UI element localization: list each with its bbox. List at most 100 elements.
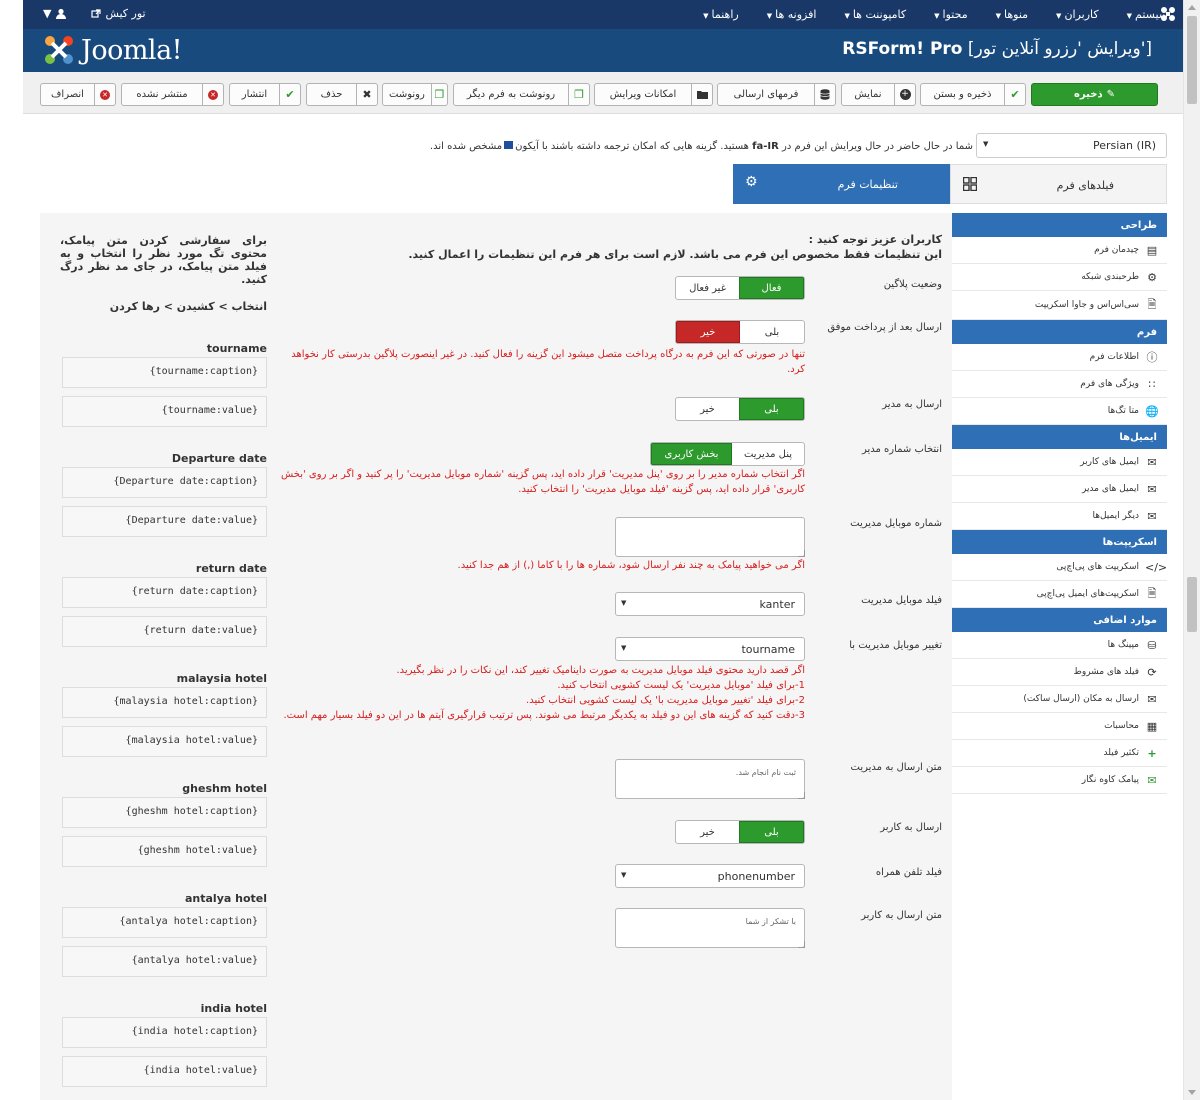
user-text-textarea[interactable]: با تشکر از شما — [615, 908, 805, 948]
placeholder-tag[interactable]: {return date:caption} — [62, 577, 267, 608]
placeholders-steps: انتخاب > کشیدن > رها کردن — [109, 300, 267, 313]
sidebar-item-mappings[interactable]: مپینگ ها ⛁ — [952, 632, 1167, 659]
resize-grip[interactable] — [798, 941, 805, 948]
sidebar-item-silent-post[interactable]: ارسال به مکان (ارسال ساکت) ✉ — [952, 686, 1167, 713]
sidebar-item-css-js[interactable]: سی‌اس‌اس و جاوا اسکریپت 🗎 — [952, 291, 1167, 320]
refresh-icon: ⟳ — [1147, 665, 1157, 679]
sidebar-item-user-emails[interactable]: ایمیل های کاربر ✉ — [952, 449, 1167, 476]
phone-field-select[interactable]: phonenumber ▼ — [615, 864, 805, 888]
plugin-status-on[interactable]: فعال — [739, 277, 804, 299]
language-select[interactable]: Persian (IR) ▼ — [976, 133, 1167, 158]
database-icon — [814, 84, 835, 105]
send-after-payment-toggle: خیر بلی — [675, 320, 805, 344]
page-header: Joomla! RSForm! Pro [ویرایش 'رزرو آنلاین… — [23, 29, 1184, 72]
menu-users[interactable]: کاربران▼ — [1042, 8, 1099, 21]
sidebar-item-grid-layout[interactable]: طرحبندی شبکه ⚙ — [952, 264, 1167, 291]
unpublish-button[interactable]: منتشر نشده ✕ — [121, 83, 224, 106]
copy-to-other-form-button[interactable]: رونوشت به فرم دیگر ❐ — [453, 83, 590, 106]
send-to-admin-yes[interactable]: بلی — [739, 398, 804, 420]
placeholder-tag[interactable]: {Departure date:caption} — [62, 467, 267, 498]
copy-button[interactable]: رونوشت ❐ — [382, 83, 448, 106]
resize-grip[interactable] — [798, 550, 805, 557]
placeholder-tag[interactable]: {malaysia hotel:caption} — [62, 687, 267, 718]
sidebar-item-calculations[interactable]: محاسبات ▦ — [952, 713, 1167, 740]
save-button[interactable]: ذخیره ✎ — [1031, 83, 1158, 106]
send-after-payment-label: ارسال بعد از پرداخت موفق — [827, 322, 942, 333]
cancel-button[interactable]: انصراف ✕ — [40, 83, 116, 106]
send-after-payment-yes[interactable]: بلی — [740, 321, 804, 343]
admin-mobile-field-select[interactable]: kanter ▼ — [615, 592, 805, 616]
placeholder-tag[interactable]: {antalya hotel:value} — [62, 946, 267, 977]
site-link[interactable]: تور کیش — [105, 7, 145, 20]
grid-icon — [963, 177, 977, 191]
send-to-admin-no[interactable]: خیر — [676, 398, 739, 420]
send-to-user-no[interactable]: خیر — [676, 821, 739, 843]
main-menu: سیستم▼ کاربران▼ منوها▼ محتوا▼ کامپوننت ه… — [675, 0, 1168, 29]
scroll-thumb-top[interactable] — [1187, 16, 1197, 104]
scroll-thumb[interactable] — [1187, 577, 1197, 632]
placeholder-tag[interactable]: {gheshm hotel:value} — [62, 836, 267, 867]
plus-circle-icon: + — [894, 84, 915, 105]
placeholder-tag[interactable]: {malaysia hotel:value} — [62, 726, 267, 757]
joomla-logo-icon — [45, 36, 73, 64]
placeholder-tag[interactable]: {antalya hotel:caption} — [62, 907, 267, 938]
chevron-down-icon: ▼ — [621, 871, 627, 879]
sidebar-item-meta-tags[interactable]: متا تگ‌ها 🌐 — [952, 398, 1167, 425]
menu-extensions[interactable]: افزونه ها▼ — [753, 8, 817, 21]
layout-icon: ▤ — [1146, 243, 1158, 257]
resize-grip[interactable] — [798, 792, 805, 799]
placeholder-tag[interactable]: {gheshm hotel:caption} — [62, 797, 267, 828]
page-scrollbar[interactable] — [1183, 0, 1200, 1100]
change-admin-mobile-select[interactable]: tourname ▼ — [615, 637, 805, 661]
scroll-down-arrow[interactable] — [1188, 1090, 1196, 1095]
placeholder-field-name: malaysia hotel — [176, 672, 267, 685]
submissions-button[interactable]: فرمهای ارسالی — [717, 83, 836, 106]
sidebar-item-form-info[interactable]: اطلاعات فرم ⓘ — [952, 344, 1167, 371]
sidebar-item-admin-emails[interactable]: ایمیل های مدیر ✉ — [952, 476, 1167, 503]
sidebar-item-field-repeater[interactable]: تکثیر فیلد + — [952, 740, 1167, 767]
menu-help[interactable]: راهنما▼ — [689, 8, 739, 21]
admin-text-textarea[interactable]: ثبت نام انجام شد. — [615, 759, 805, 799]
placeholder-tag[interactable]: {tourname:caption} — [62, 357, 267, 388]
placeholders-instructions: برای سفارشی کردن متن پیامک، محتوی تگ مور… — [60, 234, 267, 286]
sidebar-item-php-scripts[interactable]: اسکریپت های پی‌اچ‌پی </> — [952, 554, 1167, 581]
placeholder-field-name: antalya hotel — [184, 892, 267, 905]
placeholder-tag[interactable]: {Departure date:value} — [62, 506, 267, 537]
preview-button[interactable]: نمایش + — [841, 83, 916, 106]
sidebar-item-conditional-fields[interactable]: فیلد های مشروط ⟳ — [952, 659, 1167, 686]
sidebar-item-php-email-scripts[interactable]: اسکریپت‌های ایمیل پی‌اچ‌پی 🗎 — [952, 581, 1167, 608]
user-icon[interactable]: ▼ — [43, 7, 51, 20]
sidebar-item-form-layout[interactable]: چیدمان فرم ▤ — [952, 237, 1167, 264]
properties-icon: ∷ — [1148, 377, 1156, 391]
placeholder-tag[interactable]: {return date:value} — [62, 616, 267, 647]
tab-form-fields[interactable]: فیلدهای فرم — [950, 164, 1167, 204]
plugin-status-off[interactable]: غیر فعال — [676, 277, 739, 299]
sidebar-item-form-properties[interactable]: ویژگی های فرم ∷ — [952, 371, 1167, 398]
placeholder-tag[interactable]: {india hotel:value} — [62, 1056, 267, 1087]
scroll-up-arrow[interactable] — [1188, 5, 1196, 10]
joomla-menu-icon[interactable] — [1160, 6, 1176, 22]
globe-icon: 🌐 — [1145, 404, 1159, 418]
edit-options-button[interactable]: امکانات ویرایش — [594, 83, 713, 106]
sidebar-item-kavenegar-sms[interactable]: پیامک کاوه نگار ✉ — [952, 767, 1167, 794]
placeholder-field-name: Departure date — [171, 452, 267, 465]
admin-number-user[interactable]: بخش کاربری — [651, 443, 732, 465]
tab-form-settings[interactable]: تنظیمات فرم ⚙ — [733, 164, 950, 204]
sidebar-item-other-emails[interactable]: دیگر ایمیل‌ها ✉ — [952, 503, 1167, 530]
placeholder-field-name: gheshm hotel — [182, 782, 267, 795]
send-after-payment-no[interactable]: خیر — [676, 321, 741, 343]
save-close-button[interactable]: ذخیره و بستن ✔ — [920, 83, 1026, 106]
external-link-icon[interactable] — [91, 8, 102, 19]
admin-mobile-textarea[interactable] — [615, 517, 805, 557]
admin-mobile-help: اگر می خواهید پیامک به چند نفر ارسال شود… — [457, 560, 805, 571]
menu-content[interactable]: محتوا▼ — [920, 8, 967, 21]
menu-menus[interactable]: منوها▼ — [982, 8, 1028, 21]
user-menu-icon[interactable] — [55, 8, 67, 20]
admin-number-panel[interactable]: پنل مدیریت — [732, 443, 804, 465]
send-to-user-yes[interactable]: بلی — [739, 821, 804, 843]
delete-button[interactable]: حذف ✖ — [306, 83, 378, 106]
placeholder-tag[interactable]: {tourname:value} — [62, 396, 267, 427]
menu-components[interactable]: کامپوننت ها▼ — [830, 8, 906, 21]
placeholder-tag[interactable]: {india hotel:caption} — [62, 1017, 267, 1048]
publish-button[interactable]: انتشار ✔ — [229, 83, 301, 106]
